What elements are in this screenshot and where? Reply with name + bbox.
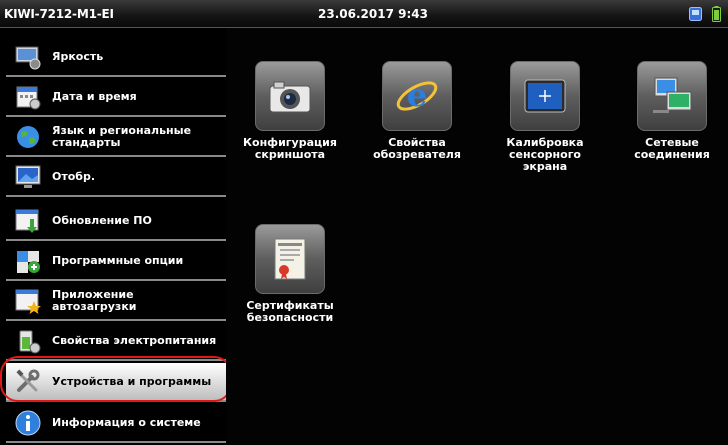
sidebar-item-language[interactable]: Язык и региональные стандарты [6,118,226,157]
sidebar-item-label: Устройства и программы [52,374,212,388]
svg-text:e: e [407,76,427,114]
tile-label: Сертификаты безопасности [246,299,334,324]
network-icon[interactable] [689,7,702,21]
tile-icon-box: e [382,61,452,131]
main-panel: Конфигурация скриншота e Свойства обозре… [226,28,728,445]
camera-icon [269,81,311,113]
tile-icon-box [637,61,707,131]
brightness-icon [15,46,41,69]
display-icon [15,165,41,188]
tile-screenshot-config[interactable]: Конфигурация скриншота [235,61,345,161]
sidebar-item-label: Программные опции [52,253,184,267]
internet-explorer-icon: e [396,76,438,114]
tile-label: Конфигурация скриншота [243,136,337,161]
update-icon [15,209,39,233]
device-name: KIWI-7212-M1-EI [4,7,114,21]
status-bar: KIWI-7212-M1-EI 23.06.2017 9:43 [0,0,728,28]
battery-icon[interactable] [712,6,721,22]
sidebar: Яркость Дата и время Язык и региональные… [6,38,226,445]
sidebar-item-display[interactable]: Отобр. [6,158,226,197]
sidebar-item-label: Свойства электропитания [52,333,217,347]
datetime: 23.06.2017 9:43 [318,7,428,21]
certificate-icon [274,238,306,280]
tile-network-connections[interactable]: Сетевые соединения [617,61,727,161]
sidebar-item-label: Дата и время [52,89,137,103]
sidebar-item-label: Яркость [52,49,104,63]
sidebar-item-label: Информация о системе [52,415,201,429]
tile-icon-box [255,61,325,131]
sidebar-item-label: Приложение автозагрузки [52,287,137,313]
sidebar-item-software-options[interactable]: Программные опции [6,242,226,281]
tools-icon [16,368,40,392]
tile-touch-calibration[interactable]: Калибровка сенсорного экрана [490,61,600,173]
sidebar-item-power[interactable]: Свойства электропитания [6,322,226,361]
tile-label: Свойства обозревателя [373,136,461,161]
sidebar-item-date-time[interactable]: Дата и время [6,78,226,117]
tile-icon-box [510,61,580,131]
tile-browser-properties[interactable]: e Свойства обозревателя [362,61,472,161]
sidebar-item-startup-app[interactable]: Приложение автозагрузки [6,282,226,321]
calendar-icon [16,86,41,109]
sidebar-item-label: Отобр. [52,169,96,183]
globe-icon [17,125,39,148]
puzzle-icon [17,250,40,273]
touch-calibration-icon [524,79,566,113]
tile-label: Сетевые соединения [634,136,710,161]
sidebar-item-software-update[interactable]: Обновление ПО [6,202,226,241]
sidebar-item-label: Язык и региональные стандарты [52,123,192,149]
power-icon [19,330,41,353]
network-connections-icon [653,77,692,113]
startup-star-icon [15,289,41,314]
sidebar-item-label: Обновление ПО [52,213,152,227]
tile-icon-box [255,224,325,294]
tile-label: Калибровка сенсорного экрана [506,136,584,173]
tile-security-certificates[interactable]: Сертификаты безопасности [235,224,345,324]
sidebar-item-devices-programs[interactable]: Устройства и программы [6,363,226,402]
sidebar-item-brightness[interactable]: Яркость [6,38,226,77]
sidebar-item-system-info[interactable]: Информация о системе [6,404,226,443]
info-icon [15,410,41,435]
